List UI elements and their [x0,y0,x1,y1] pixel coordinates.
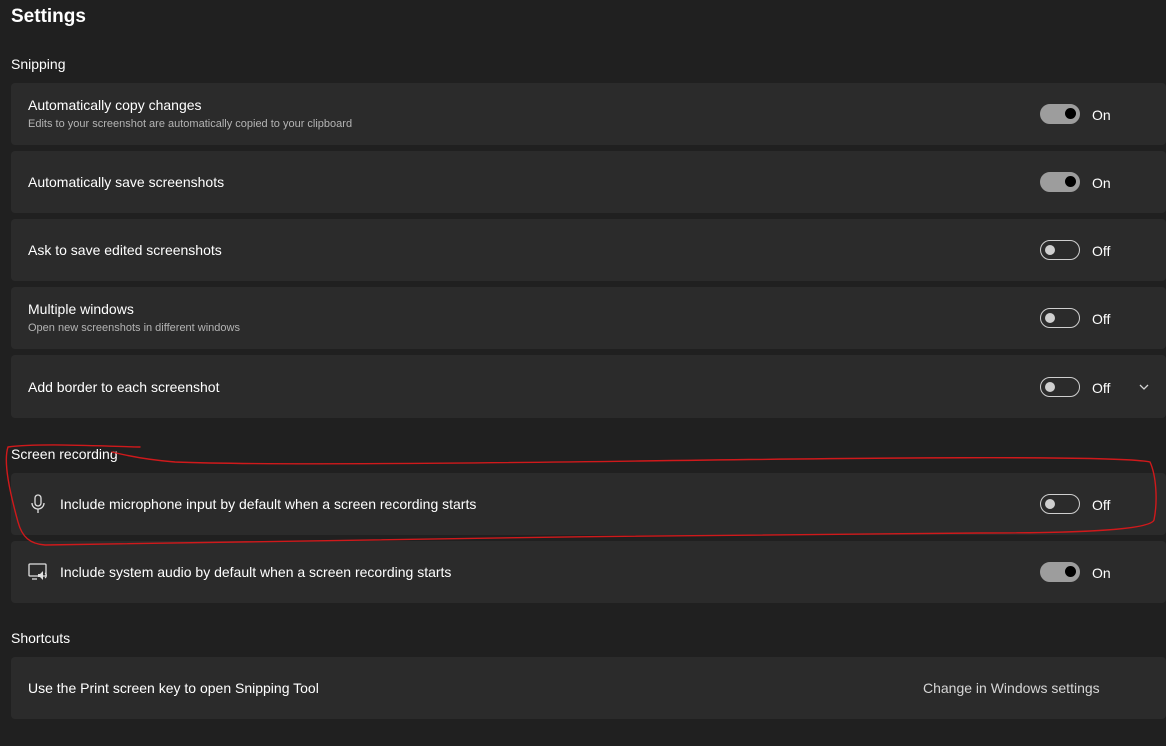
toggle-multiple-windows[interactable] [1040,308,1080,328]
setting-title: Add border to each screenshot [28,379,220,395]
toggle-state-label: On [1092,107,1111,123]
setting-include-microphone-input: Include microphone input by default when… [11,473,1166,535]
setting-description: Open new screenshots in different window… [28,322,240,334]
setting-automatically-save-screenshots: Automatically save screenshots On [11,151,1166,213]
section-header-screen-recording: Screen recording [11,446,118,462]
setting-title: Multiple windows [28,301,134,317]
toggle-knob [1045,382,1055,392]
section-header-shortcuts: Shortcuts [11,630,71,646]
toggle-state-label: Off [1092,497,1111,513]
toggle-state-label: On [1092,565,1111,581]
setting-description: Edits to your screenshot are automatical… [28,118,353,130]
setting-title: Use the Print screen key to open Snippin… [28,680,319,696]
toggle-include-microphone-input[interactable] [1040,494,1080,514]
setting-title: Include system audio by default when a s… [60,564,452,580]
microphone-icon [31,494,45,513]
setting-add-border-to-each-screenshot[interactable]: Add border to each screenshot Off [11,355,1166,418]
setting-title: Ask to save edited screenshots [28,242,222,258]
setting-multiple-windows: Multiple windows Open new screenshots in… [11,287,1166,349]
toggle-knob [1065,176,1076,187]
toggle-automatically-save-screenshots[interactable] [1040,172,1080,192]
toggle-knob [1065,566,1076,577]
setting-automatically-copy-changes: Automatically copy changes Edits to your… [11,83,1166,145]
setting-title: Automatically save screenshots [28,174,225,190]
section-header-snipping: Snipping [11,56,66,72]
setting-title: Automatically copy changes [28,97,202,113]
setting-title: Include microphone input by default when… [60,496,477,512]
toggle-state-label: Off [1092,243,1111,259]
toggle-automatically-copy-changes[interactable] [1040,104,1080,124]
setting-ask-to-save-edited-screenshots: Ask to save edited screenshots Off [11,219,1166,281]
setting-print-screen-key: Use the Print screen key to open Snippin… [11,657,1166,719]
system-audio-icon [28,563,47,580]
page-title: Settings [11,6,86,27]
toggle-knob [1065,108,1076,119]
setting-include-system-audio: Include system audio by default when a s… [11,541,1166,603]
toggle-state-label: On [1092,175,1111,191]
toggle-knob [1045,245,1055,255]
chevron-down-icon[interactable] [1137,380,1151,394]
toggle-include-system-audio[interactable] [1040,562,1080,582]
toggle-ask-to-save-edited-screenshots[interactable] [1040,240,1080,260]
toggle-add-border[interactable] [1040,377,1080,397]
change-in-windows-settings-link[interactable]: Change in Windows settings [923,680,1100,696]
toggle-knob [1045,499,1055,509]
toggle-state-label: Off [1092,311,1111,327]
toggle-knob [1045,313,1055,323]
toggle-state-label: Off [1092,380,1111,396]
